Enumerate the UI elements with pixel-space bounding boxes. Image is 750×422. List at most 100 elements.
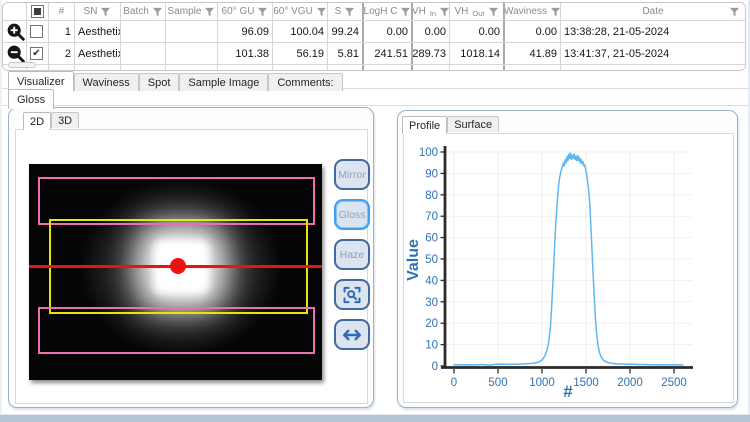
cell-num: 1 [49, 21, 75, 42]
gloss-2d-image[interactable] [29, 164, 322, 380]
svg-text:0: 0 [451, 377, 457, 389]
charttab-profile[interactable]: Profile [402, 116, 448, 134]
column-label: VH [454, 6, 469, 17]
column-header-batch[interactable]: Batch [121, 3, 166, 20]
column-header-waviness[interactable]: Waviness [503, 3, 561, 20]
column-label: VH [411, 6, 426, 17]
svg-text:100: 100 [419, 147, 438, 159]
select-all-checkbox[interactable] [31, 5, 44, 18]
zoom-region-button[interactable] [334, 279, 370, 310]
column-label: Batch [123, 6, 149, 17]
column-header-60-gu[interactable]: 60° GU [218, 3, 273, 20]
filter-icon[interactable] [729, 7, 740, 17]
column-label: Waviness [504, 6, 547, 17]
filter-icon[interactable] [257, 7, 268, 17]
visualizer-toolbar: Mirror Gloss Haze [334, 159, 370, 350]
column-header-sn[interactable]: SN [75, 3, 121, 20]
cell-date: 13:41:37, 21-05-2024 [561, 43, 745, 64]
column-header-vhout[interactable]: VH Out [450, 3, 504, 20]
filter-icon[interactable] [400, 7, 411, 17]
window-bottom-border [0, 415, 750, 422]
profile-tab-page: 0 10 20 30 40 50 60 70 80 90 100 0 500 1000 1500 2000 25… [403, 133, 734, 403]
filter-icon[interactable] [204, 7, 215, 17]
svg-text:50: 50 [425, 254, 438, 266]
subtab-divider [0, 105, 750, 106]
window-edge-left [0, 0, 2, 422]
column-label: LogH C [363, 6, 398, 17]
cell-gu60: 101.38 [218, 43, 273, 64]
visualizer-tab-page: Mirror Gloss Haze [15, 129, 370, 404]
partial-row-stub [8, 62, 36, 68]
zoom-in-button[interactable] [6, 22, 25, 41]
column-header-date[interactable]: Date [561, 3, 745, 20]
column-label: 60° VGU [273, 6, 313, 17]
column-label: Sample [167, 6, 202, 17]
tab-sample-image[interactable]: Sample Image [179, 73, 269, 91]
profile-panel: Profile Surface 0 10 20 30 40 50 60 70 80 90 100 0 50… [397, 110, 738, 408]
cell-sn: Aesthetix [75, 21, 121, 42]
main-tab-strip: Visualizer Waviness Spot Sample Image Commen… [8, 71, 343, 91]
filter-icon[interactable] [100, 7, 111, 17]
zoom-out-button[interactable] [6, 44, 25, 63]
tab-spot[interactable]: Spot [138, 73, 180, 91]
column-header-sample[interactable]: Sample [166, 3, 218, 20]
cell-vhout: 1018.14 [450, 43, 504, 64]
viewtab-2d[interactable]: 2D [23, 112, 52, 130]
column-label: Date [642, 6, 664, 17]
row-checkbox[interactable] [30, 25, 43, 38]
column-label: SN [83, 6, 98, 17]
svg-text:2000: 2000 [617, 377, 643, 389]
filter-icon[interactable] [152, 7, 163, 17]
cell-vgu60: 100.04 [273, 21, 328, 42]
table-row[interactable]: 1 Aesthetix 96.09 100.04 99.24 0.00 0.00 0.00 0.… [3, 21, 745, 43]
filter-icon[interactable] [344, 7, 355, 17]
viewtab-3d[interactable]: 3D [51, 112, 80, 128]
svg-text:80: 80 [425, 190, 438, 202]
cell-batch [121, 21, 166, 42]
cell-vgu60: 56.19 [273, 43, 328, 64]
svg-text:0: 0 [432, 361, 438, 373]
tab-comments[interactable]: Comments: [268, 73, 343, 91]
column-header-s[interactable]: S [328, 3, 363, 20]
svg-text:1000: 1000 [529, 377, 555, 389]
column-label: S [334, 6, 342, 17]
column-label: 60° GU [221, 6, 255, 17]
pink-region-bottom [38, 307, 315, 354]
horizontal-arrows-icon [343, 329, 361, 340]
profile-line-handle[interactable] [170, 258, 186, 274]
cell-date: 13:38:28, 21-05-2024 [561, 21, 745, 42]
visualizer-panel: 2D 3D Mirror Gloss Haze [8, 107, 374, 408]
table-row-partial [3, 65, 745, 70]
row-checkbox[interactable] [30, 47, 43, 60]
results-table: # SN Batch Sample 60° GU 60° VGU S LogH C VH In VH… [2, 2, 746, 71]
filter-icon[interactable] [316, 7, 327, 17]
table-row[interactable]: 2Aesthetix 101.3856.195.81241.51289.73101… [3, 43, 745, 65]
column-header-vhin[interactable]: VH In [411, 3, 450, 20]
filter-icon[interactable] [488, 7, 499, 17]
cell-num: 2 [49, 43, 75, 64]
filter-icon[interactable] [439, 7, 449, 17]
svg-text:40: 40 [425, 275, 438, 287]
cell-sample [166, 21, 218, 42]
svg-text:#: # [563, 382, 573, 401]
mirror-button[interactable]: Mirror [334, 159, 370, 190]
svg-text:500: 500 [488, 377, 507, 389]
cell-vhin: 289.73 [411, 43, 450, 64]
tab-waviness[interactable]: Waviness [73, 73, 139, 91]
svg-text:2500: 2500 [661, 377, 687, 389]
column-header-[interactable]: # [49, 3, 75, 20]
column-header-60-vgu[interactable]: 60° VGU [273, 3, 328, 20]
view-tab-strip: 2D 3D [23, 112, 80, 130]
horizontal-arrows-button[interactable] [334, 319, 370, 350]
cell-gu60: 96.09 [218, 21, 273, 42]
subtab-gloss[interactable]: Gloss [8, 89, 55, 109]
haze-button[interactable]: Haze [334, 239, 370, 270]
filter-icon[interactable] [550, 7, 560, 17]
profile-tab-strip: Profile Surface [402, 116, 500, 134]
tab-visualizer[interactable]: Visualizer [8, 71, 74, 91]
cell-batch [121, 43, 166, 64]
charttab-surface[interactable]: Surface [447, 116, 500, 132]
gloss-button[interactable]: Gloss [334, 199, 370, 230]
column-header-logh-c[interactable]: LogH C [362, 3, 412, 20]
column-sublabel: Out [472, 8, 485, 18]
